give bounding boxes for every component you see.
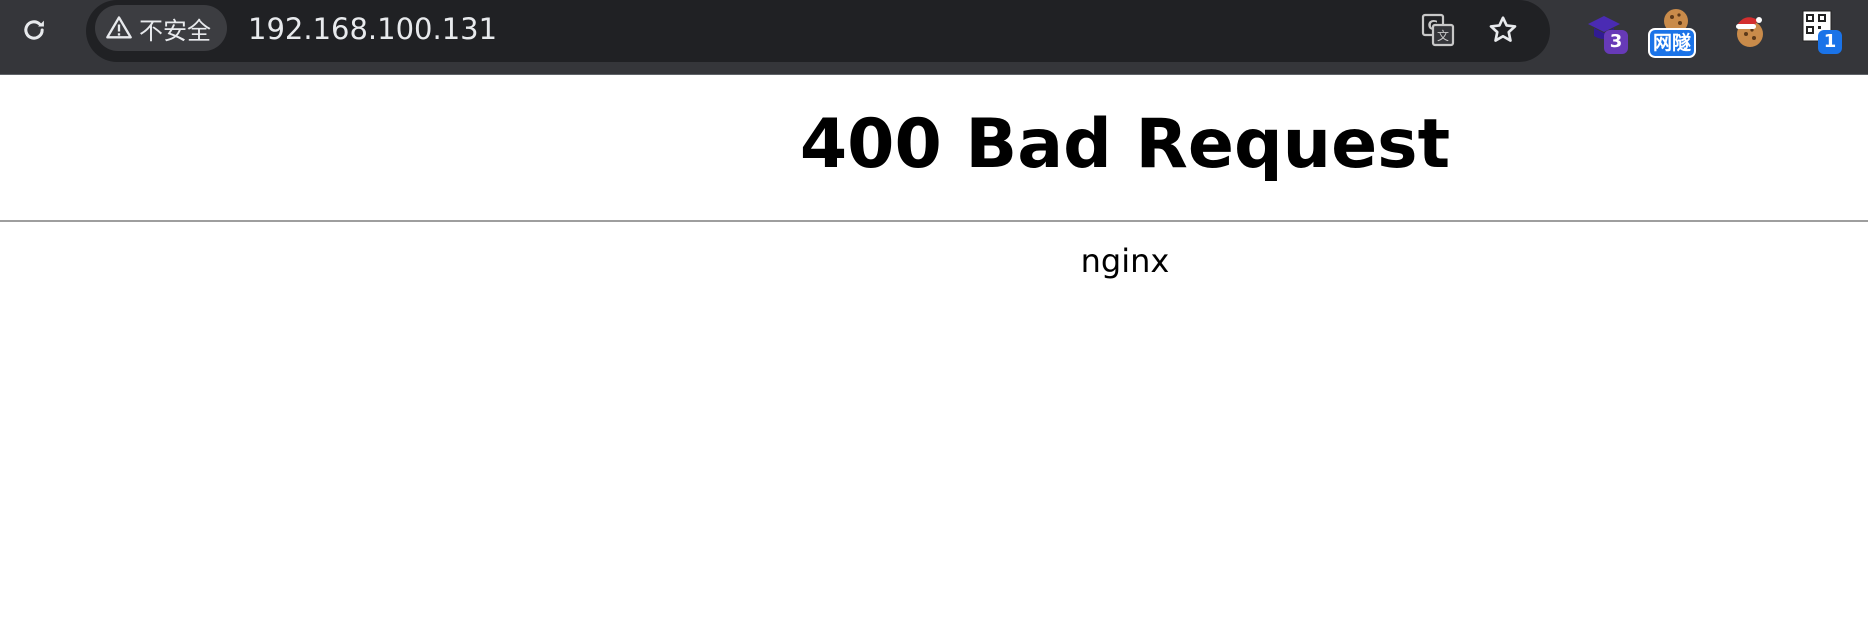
browser-toolbar: 不安全 192.168.100.131 G 文 3	[0, 0, 1868, 75]
bookmark-button[interactable]	[1483, 10, 1523, 50]
divider	[0, 220, 1868, 222]
reload-icon	[24, 20, 44, 40]
extension-badge: 1	[1818, 30, 1842, 54]
server-name: nginx	[1080, 242, 1170, 280]
security-chip[interactable]: 不安全	[95, 5, 227, 51]
qr-code-extension[interactable]: 1	[1800, 8, 1850, 56]
purple-graduation-cap-extension[interactable]: 3	[1582, 8, 1632, 56]
security-label: 不安全	[139, 16, 211, 45]
bookmark-star-icon	[1489, 16, 1517, 42]
warning-icon	[106, 16, 132, 39]
address-bar[interactable]: 不安全 192.168.100.131 G 文	[86, 0, 1550, 62]
error-heading: 400 Bad Request	[799, 105, 1451, 184]
url-text[interactable]: 192.168.100.131	[248, 9, 497, 49]
svg-text:文: 文	[1437, 28, 1449, 43]
translate-button[interactable]: G 文	[1418, 10, 1458, 50]
extension-badge: 3	[1604, 30, 1628, 54]
page-content: 400 Bad Request nginx	[0, 75, 1868, 629]
reload-button[interactable]	[14, 10, 54, 50]
extension-label: 网隧	[1648, 28, 1697, 58]
translate-icon: G 文	[1421, 13, 1455, 47]
santa-cookie-icon	[1736, 17, 1763, 47]
cookie-extension[interactable]: 网隧	[1648, 8, 1704, 58]
santa-cookie-extension[interactable]	[1726, 8, 1776, 56]
